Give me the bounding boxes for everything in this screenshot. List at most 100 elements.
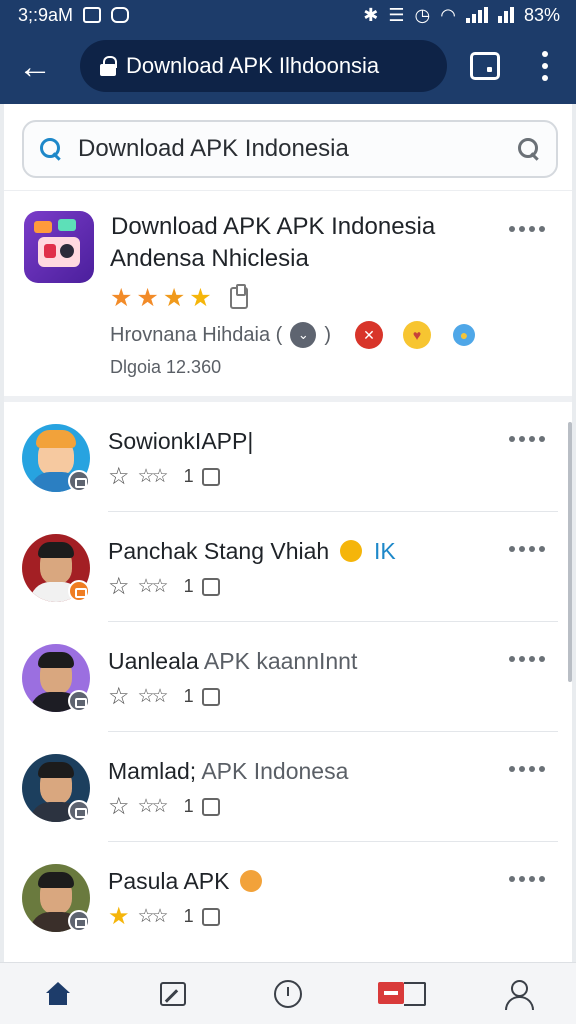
tab-switcher-button[interactable] [470,52,500,80]
more-options-button[interactable] [509,544,545,554]
featured-app-card[interactable]: Download APK APK Indonesia Andensa Nhicl… [4,190,572,396]
star-icon: ★ [110,284,133,312]
item-count: 1 [183,796,194,816]
item-title: SowionkIAPP| [108,428,254,454]
download-count: Dlgoia 12.360 [110,357,222,377]
rating-icon: ☆☆ [137,576,169,597]
dot-icon [542,51,548,57]
avatar [22,864,90,932]
item-meta: ☆ ☆☆ 1 [108,682,220,711]
rating-icon: ☆☆ [137,686,169,707]
item-meta: ☆ ☆☆ 1 [108,792,220,821]
vibrate-icon: ☰ [388,4,405,25]
star-icon: ★ [136,284,159,312]
bottom-navigation [0,962,576,1024]
battery-level: 83% [523,4,560,25]
developer-line: Hrovnana Hihdaia ( ⌄ ) ✕ ♥ ● [110,321,475,349]
more-options-button[interactable] [509,224,545,234]
avatar [22,754,90,822]
badge-icon [68,470,90,492]
bluetooth-icon: ✱ [363,4,379,25]
rating-icon: ☆☆ [137,906,169,927]
badge-icon [68,910,90,932]
url-text: Download APK Ilhdoonsia [126,53,380,78]
signal-icon [465,7,488,23]
item-meta: ☆ ☆☆ 1 [108,572,220,601]
nav-profile[interactable] [488,969,548,1019]
address-bar[interactable]: Download APK Ilhdoonsia [80,40,447,92]
star-outline-icon: ☆ [108,683,130,710]
square-icon [201,577,220,596]
avatar [22,644,90,712]
more-options-button[interactable] [509,874,545,884]
item-title: Panchak Stang Vhiah IK [108,538,396,564]
smile-emoji-icon [239,870,262,892]
item-title: Mamlad; APK Indonesa [108,758,349,784]
list-item[interactable]: Uanleala APK kaannInnt ☆ ☆☆ 1 [4,622,572,732]
square-icon [201,687,220,706]
rating-icon: ☆☆ [137,466,169,487]
avatar [22,534,90,602]
rating-icon: ☆☆ [137,796,169,817]
dot-icon [542,63,548,69]
item-count: 1 [183,686,194,706]
status-bar-left: 3;:9aM [18,4,130,26]
nav-home[interactable] [28,969,88,1019]
list-item[interactable]: Mamlad; APK Indonesa ☆ ☆☆ 1 [4,732,572,842]
item-count: 1 [183,576,194,596]
star-filled-icon: ★ [108,903,130,930]
featured-title-line1: Download APK APK Indonesia [111,213,436,240]
more-options-button[interactable] [509,434,545,444]
rating-stars: ★ ★ ★ ★ [110,283,248,313]
verified-icon: ⌄ [290,322,317,348]
list-item[interactable]: Panchak Stang Vhiah IK ☆ ☆☆ 1 [4,512,572,622]
badge-red-icon: ✕ [355,321,383,349]
nav-library[interactable] [373,969,433,1019]
status-bar-right: ✱ ☰ ◷ ◠ 83% [363,5,560,26]
list-item[interactable]: Pasula APK ★ ☆☆ 1 [4,842,572,952]
more-options-button[interactable] [509,654,545,664]
browser-toolbar: ← Download APK Ilhdoonsia [0,30,576,104]
nav-history[interactable] [258,969,318,1019]
notification-icon [83,7,102,23]
arrow-left-icon: ← [18,47,52,86]
item-meta: ★ ☆☆ 1 [108,902,220,931]
book-icon [378,981,428,1006]
back-button[interactable]: ← [0,30,70,104]
clock-icon [273,979,302,1008]
search-icon [40,138,62,160]
square-icon [201,797,220,816]
search-submit-icon[interactable] [518,138,540,160]
avatar [22,424,90,492]
item-count: 1 [183,466,194,486]
search-section: Download APK Indonesia [4,104,572,190]
star-emoji-icon [339,540,362,562]
emoji-icon: ♥ [403,321,431,349]
more-options-button[interactable] [509,764,545,774]
status-bar: 3;:9aM ✱ ☰ ◷ ◠ 83% [0,0,576,30]
developer-name: Hrovnana Hihdaia ( [110,323,283,346]
badge-icon [68,580,90,602]
alarm-icon: ◷ [414,4,431,25]
developer-close: ) [324,323,331,346]
home-icon [44,981,72,1006]
page-content: Download APK Indonesia Download APK APK … [4,104,572,962]
nav-edit[interactable] [143,969,203,1019]
search-query: Download APK Indonesia [78,135,349,162]
star-outline-icon: ☆ [108,463,130,490]
lock-icon [100,56,117,76]
list-item[interactable]: SowionkIAPP| ☆ ☆☆ 1 [4,402,572,512]
scrollbar[interactable] [568,422,572,682]
wifi-icon: ◠ [440,4,456,25]
status-time: 3;:9aM [18,4,74,25]
star-icon: ★ [189,284,212,312]
bulb-icon: ● [453,324,475,346]
messenger-icon [111,7,130,23]
item-title: Pasula APK [108,868,262,895]
search-input[interactable]: Download APK Indonesia [22,120,558,178]
featured-title-line2: Andensa Nhiclesia [110,245,309,272]
overflow-menu-button[interactable] [530,48,560,84]
edit-icon [159,981,186,1006]
item-count: 1 [183,906,194,926]
star-outline-icon: ☆ [108,573,130,600]
